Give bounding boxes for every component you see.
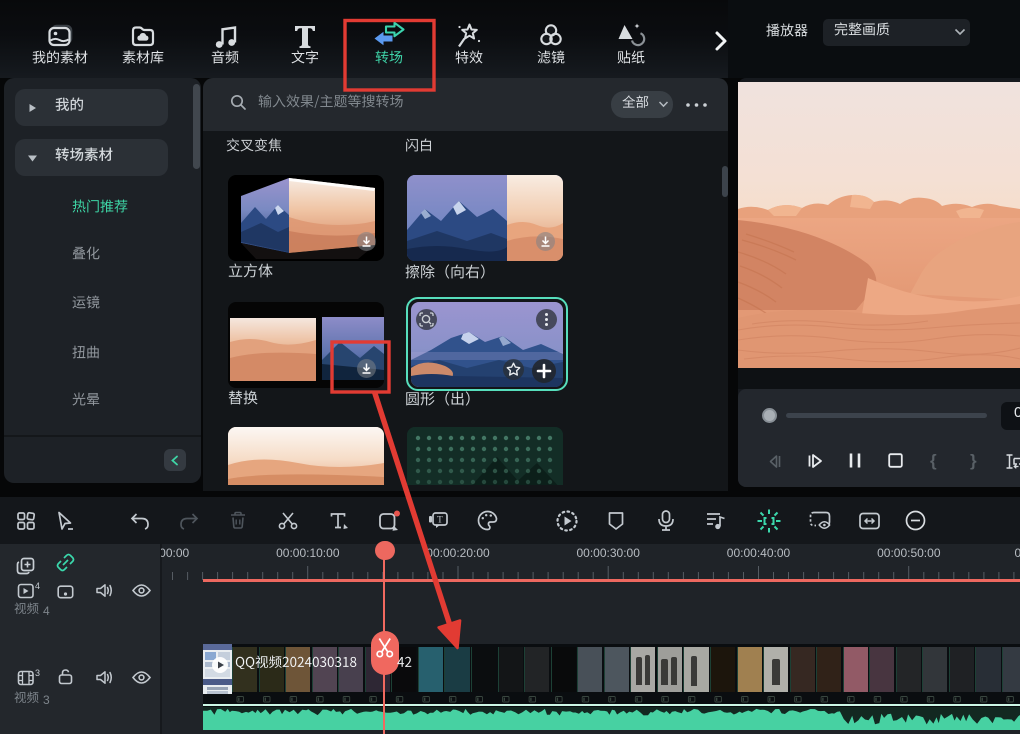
svg-text:4: 4: [35, 581, 40, 591]
svg-text:3: 3: [35, 668, 40, 678]
svg-text:T: T: [437, 515, 443, 525]
